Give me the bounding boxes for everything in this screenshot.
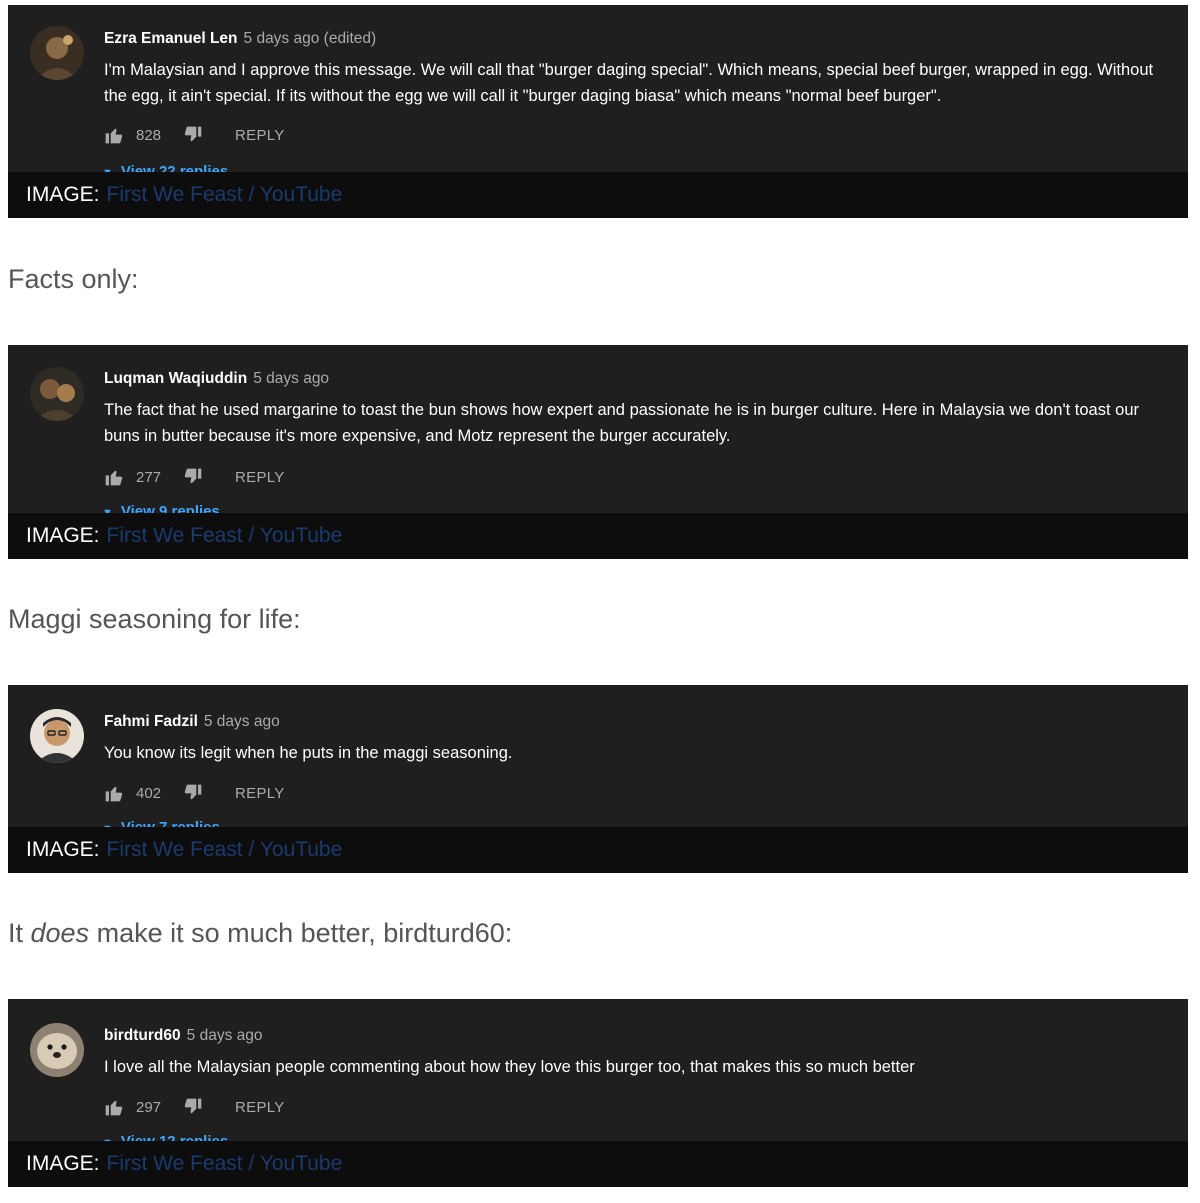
image-caption: IMAGE: First We Feast / YouTube: [8, 1141, 1188, 1187]
reply-button[interactable]: REPLY: [235, 127, 285, 144]
avatar[interactable]: [30, 1023, 84, 1077]
comment-text: I love all the Malaysian people commenti…: [104, 1058, 915, 1076]
comment-actions: 277 REPLY: [104, 465, 285, 489]
comment-panel-3: Fahmi Fadzil 5 days ago You know its legi…: [8, 685, 1188, 873]
author-name[interactable]: Luqman Waqiuddin: [104, 370, 247, 387]
thumbs-up-icon[interactable]: [104, 467, 124, 487]
section-heading-maggi: Maggi seasoning for life:: [8, 604, 301, 634]
avatar[interactable]: [30, 709, 84, 763]
comment-actions: 297 REPLY: [104, 1095, 285, 1119]
comment-time[interactable]: 5 days ago: [204, 713, 280, 730]
heading-emphasis: does: [30, 918, 90, 948]
comment-actions: 402 REPLY: [104, 781, 285, 805]
author-name[interactable]: Fahmi Fadzil: [104, 713, 198, 730]
avatar[interactable]: [30, 367, 84, 421]
reply-button[interactable]: REPLY: [235, 1099, 285, 1116]
comment-text: The fact that he used margarine to toast…: [104, 401, 1139, 445]
comment-time[interactable]: 5 days ago (edited): [244, 30, 377, 47]
image-caption: IMAGE: First We Feast / YouTube: [8, 172, 1188, 218]
comment-panel-4: birdturd60 5 days ago I love all the Mala…: [8, 999, 1188, 1187]
heading-text-end: make it so much better, birdturd60:: [89, 918, 513, 948]
author-name[interactable]: birdturd60: [104, 1027, 181, 1044]
like-count: 828: [136, 126, 162, 144]
comment-text: I'm Malaysian and I approve this message…: [104, 61, 1154, 105]
caption-source-link[interactable]: First We Feast / YouTube: [107, 183, 343, 207]
thumbs-down-icon[interactable]: [183, 125, 203, 145]
comment-meta: Fahmi Fadzil 5 days ago: [104, 713, 280, 731]
caption-prefix: IMAGE:: [26, 838, 100, 861]
comment-panel-2: Luqman Waqiuddin 5 days ago The fact that…: [8, 345, 1188, 559]
image-caption: IMAGE: First We Feast / YouTube: [8, 827, 1188, 873]
thumbs-down-icon[interactable]: [183, 783, 203, 803]
comment-text: You know its legit when he puts in the m…: [104, 744, 513, 762]
caption-source-link[interactable]: First We Feast / YouTube: [107, 1152, 343, 1176]
author-name[interactable]: Ezra Emanuel Len: [104, 30, 238, 47]
reply-button[interactable]: REPLY: [235, 785, 285, 802]
heading-text-start: It: [8, 918, 31, 948]
caption-prefix: IMAGE:: [26, 1152, 100, 1175]
caption-source-link[interactable]: First We Feast / YouTube: [107, 838, 343, 862]
thumbs-up-icon[interactable]: [104, 1097, 124, 1117]
comment-panel-1: Ezra Emanuel Len 5 days ago (edited) I'm …: [8, 5, 1188, 218]
comment-meta: birdturd60 5 days ago: [104, 1027, 263, 1045]
like-count: 297: [136, 1098, 162, 1116]
caption-prefix: IMAGE:: [26, 183, 100, 206]
like-count: 402: [136, 784, 162, 802]
comment-actions: 828 REPLY: [104, 123, 285, 147]
comment-time[interactable]: 5 days ago: [253, 370, 329, 387]
section-heading-birdturd: It does make it so much better, birdturd…: [8, 918, 512, 949]
like-count: 277: [136, 468, 162, 486]
caption-source-link[interactable]: First We Feast / YouTube: [107, 524, 343, 548]
comment-meta: Ezra Emanuel Len 5 days ago (edited): [104, 30, 376, 48]
comment-meta: Luqman Waqiuddin 5 days ago: [104, 370, 329, 388]
thumbs-up-icon[interactable]: [104, 125, 124, 145]
section-heading-facts: Facts only:: [8, 264, 139, 294]
thumbs-down-icon[interactable]: [183, 1097, 203, 1117]
avatar[interactable]: [30, 26, 84, 80]
thumbs-down-icon[interactable]: [183, 467, 203, 487]
caption-prefix: IMAGE:: [26, 524, 100, 547]
reply-button[interactable]: REPLY: [235, 469, 285, 486]
image-caption: IMAGE: First We Feast / YouTube: [8, 513, 1188, 559]
comment-time[interactable]: 5 days ago: [187, 1027, 263, 1044]
thumbs-up-icon[interactable]: [104, 783, 124, 803]
